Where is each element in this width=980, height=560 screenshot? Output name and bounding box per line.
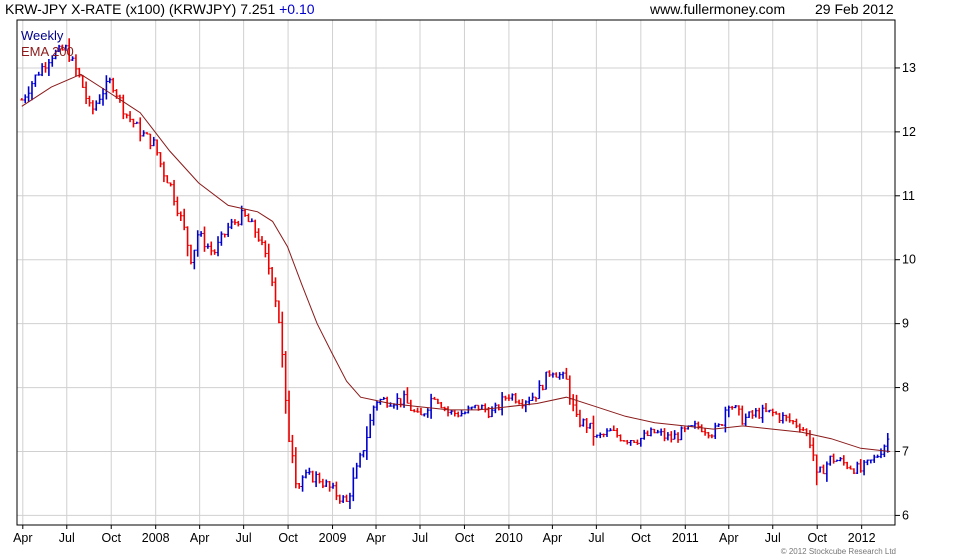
grid-lines	[17, 20, 895, 525]
price-chart: Apr Jul Oct 2008 Apr Jul Oct 2009 Apr Jul Oct 2010 A…	[13, 19, 916, 545]
y-axis-ticks: 6 7 8 9 10 11 12 13	[895, 61, 916, 522]
x-tick-label: Apr	[719, 531, 738, 545]
x-tick-label: Jul	[412, 531, 428, 545]
legend-period: Weekly	[21, 28, 64, 43]
x-tick-label: Oct	[631, 531, 651, 545]
x-tick-label: Jul	[588, 531, 604, 545]
x-tick-label: Apr	[13, 531, 32, 545]
legend-ema: EMA 200	[21, 44, 74, 59]
x-tick-label: Jul	[236, 531, 252, 545]
y-tick-label: 11	[902, 189, 915, 203]
y-tick-label: 7	[902, 444, 909, 458]
y-tick-label: 6	[902, 508, 909, 522]
x-tick-label: 2012	[848, 531, 876, 545]
x-tick-label: Apr	[543, 531, 562, 545]
x-tick-label: 2011	[672, 531, 699, 545]
copyright-text: © 2012 Stockcube Research Ltd	[780, 547, 896, 556]
ema-200-line	[21, 73, 891, 452]
x-tick-label: Apr	[366, 531, 385, 545]
x-axis-ticks: Apr Jul Oct 2008 Apr Jul Oct 2009 Apr Jul Oct 2010 A…	[13, 525, 876, 545]
y-tick-label: 13	[902, 61, 916, 75]
x-tick-label: 2010	[495, 531, 523, 545]
x-tick-label: Apr	[190, 531, 209, 545]
x-tick-label: 2009	[319, 531, 347, 545]
y-tick-label: 8	[902, 381, 909, 395]
x-tick-label: Oct	[807, 531, 827, 545]
y-tick-label: 10	[902, 253, 916, 267]
plot-frame	[16, 19, 896, 526]
x-tick-label: Jul	[765, 531, 781, 545]
y-tick-label: 12	[902, 125, 916, 139]
x-tick-label: Oct	[102, 531, 122, 545]
x-tick-label: Oct	[278, 531, 298, 545]
price-series	[20, 38, 890, 509]
x-tick-label: Oct	[455, 531, 475, 545]
y-tick-label: 9	[902, 317, 909, 331]
x-tick-label: 2008	[142, 531, 170, 545]
x-tick-label: Jul	[59, 531, 75, 545]
